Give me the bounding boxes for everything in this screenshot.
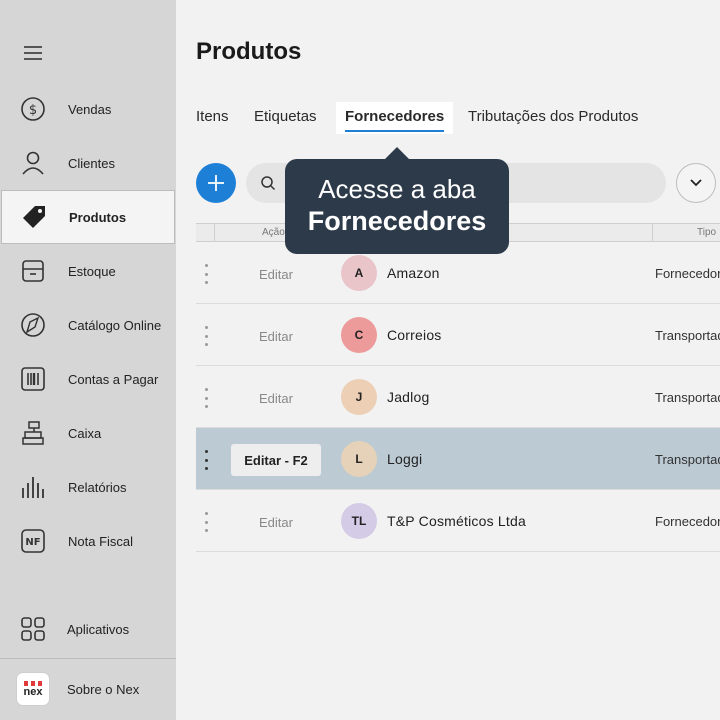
table-header-tipo: Tipo bbox=[652, 224, 716, 241]
edit-button[interactable]: Editar - F2 bbox=[231, 444, 321, 476]
supplier-name: Amazon bbox=[387, 265, 440, 281]
tag-icon bbox=[21, 204, 47, 230]
box-icon bbox=[20, 258, 46, 284]
sidebar-item-label: Nota Fiscal bbox=[68, 533, 134, 549]
page-title: Produtos bbox=[196, 38, 302, 65]
supplier-type: Transportadora bbox=[655, 390, 720, 405]
table-row[interactable]: Editar C Correios Transportadora bbox=[196, 304, 720, 366]
tutorial-tooltip: Acesse a aba Fornecedores bbox=[285, 147, 509, 254]
edit-button[interactable]: Editar bbox=[231, 506, 321, 538]
sidebar-item-label: Produtos bbox=[69, 209, 127, 225]
table-row[interactable]: Editar TL T&P Cosméticos Ltda Fornecedor bbox=[196, 490, 720, 552]
suppliers-table: Ação Tipo Editar A Amazon Fornecedor Edi… bbox=[196, 223, 720, 552]
sidebar-item-contas-a-pagar[interactable]: Contas a Pagar bbox=[0, 352, 176, 406]
table-header-select bbox=[196, 224, 215, 241]
search-icon bbox=[260, 175, 276, 196]
cash-register-icon bbox=[20, 420, 46, 446]
sidebar-item-label: Estoque bbox=[68, 263, 116, 279]
table-row[interactable]: Editar J Jadlog Transportadora bbox=[196, 366, 720, 428]
row-menu-icon[interactable] bbox=[202, 512, 210, 532]
supplier-type: Fornecedor bbox=[655, 266, 720, 281]
expand-filters-button[interactable] bbox=[676, 163, 716, 203]
supplier-type: Transportadora bbox=[655, 328, 720, 343]
sidebar-item-label: Vendas bbox=[68, 101, 112, 117]
sidebar-item-caixa[interactable]: Caixa bbox=[0, 406, 176, 460]
sidebar-item-relatorios[interactable]: Relatórios bbox=[0, 460, 176, 514]
sidebar-item-label: Aplicativos bbox=[67, 621, 130, 637]
supplier-type: Transportadora bbox=[655, 452, 720, 467]
row-menu-icon[interactable] bbox=[202, 326, 210, 346]
add-button[interactable] bbox=[196, 163, 236, 203]
edit-button[interactable]: Editar bbox=[231, 382, 321, 414]
supplier-name: Jadlog bbox=[387, 389, 430, 405]
sidebar-item-estoque[interactable]: Estoque bbox=[0, 244, 176, 298]
sidebar-item-label: Relatórios bbox=[68, 479, 127, 495]
tab-fornecedores[interactable]: Fornecedores bbox=[336, 102, 454, 134]
supplier-type: Fornecedor bbox=[655, 514, 720, 529]
sidebar-item-label: Contas a Pagar bbox=[68, 371, 159, 387]
person-icon bbox=[20, 150, 46, 176]
nex-logo-text: nex bbox=[23, 685, 43, 698]
avatar: TL bbox=[341, 503, 377, 539]
tab-itens[interactable]: Itens bbox=[196, 102, 229, 134]
table-header-acao: Ação bbox=[262, 227, 285, 238]
svg-text:$: $ bbox=[29, 103, 37, 118]
svg-text:NF: NF bbox=[25, 537, 40, 548]
tab-label: Fornecedores bbox=[345, 108, 445, 125]
sidebar-item-label: Catálogo Online bbox=[68, 317, 162, 333]
hamburger-menu-icon[interactable] bbox=[24, 46, 42, 60]
sidebar-divider bbox=[0, 658, 176, 659]
sidebar-item-aplicativos[interactable]: Aplicativos bbox=[0, 602, 176, 656]
tab-etiquetas[interactable]: Etiquetas bbox=[254, 102, 317, 134]
sidebar-item-label: Caixa bbox=[68, 425, 102, 441]
tab-tributacoes[interactable]: Tributações dos Produtos bbox=[468, 102, 638, 134]
plus-icon bbox=[208, 175, 224, 191]
tooltip-line-2: Fornecedores bbox=[307, 206, 487, 236]
tooltip-line-1: Acesse a aba bbox=[318, 174, 476, 204]
row-menu-icon[interactable] bbox=[202, 264, 210, 284]
avatar: L bbox=[341, 441, 377, 477]
sidebar-item-catalogo-online[interactable]: Catálogo Online bbox=[0, 298, 176, 352]
sidebar-item-label: Sobre o Nex bbox=[67, 681, 140, 697]
avatar: C bbox=[341, 317, 377, 353]
sidebar-item-nota-fiscal[interactable]: NF Nota Fiscal bbox=[0, 514, 176, 568]
row-menu-icon[interactable] bbox=[202, 450, 210, 470]
apps-grid-icon bbox=[20, 616, 46, 642]
active-tab-underline bbox=[345, 130, 445, 132]
dollar-coin-icon: $ bbox=[20, 96, 46, 122]
edit-button[interactable]: Editar bbox=[231, 320, 321, 352]
supplier-name: T&P Cosméticos Ltda bbox=[387, 513, 526, 529]
edit-button[interactable]: Editar bbox=[231, 258, 321, 290]
sidebar-item-sobre-o-nex[interactable]: nex Sobre o Nex bbox=[0, 662, 176, 716]
avatar: J bbox=[341, 379, 377, 415]
table-row-highlighted[interactable]: Editar - F2 L Loggi Transportadora bbox=[196, 428, 720, 490]
supplier-name: Correios bbox=[387, 327, 442, 343]
sidebar-item-produtos[interactable]: Produtos bbox=[1, 190, 175, 244]
sidebar-item-vendas[interactable]: $ Vendas bbox=[0, 82, 176, 136]
supplier-name: Loggi bbox=[387, 451, 423, 467]
main-content: Produtos Itens Etiquetas Fornecedores Tr… bbox=[176, 0, 720, 720]
sidebar-item-clientes[interactable]: Clientes bbox=[0, 136, 176, 190]
avatar: A bbox=[341, 255, 377, 291]
catalog-icon bbox=[20, 312, 46, 338]
chevron-down-icon bbox=[690, 179, 702, 187]
row-menu-icon[interactable] bbox=[202, 388, 210, 408]
sidebar: $ Vendas Clientes Produtos Estoque Catál… bbox=[0, 0, 176, 720]
nex-logo-icon: nex bbox=[16, 672, 50, 706]
sidebar-item-label: Clientes bbox=[68, 155, 115, 171]
barcode-icon bbox=[20, 366, 46, 392]
nf-icon: NF bbox=[20, 528, 46, 554]
bar-chart-icon bbox=[20, 474, 46, 500]
